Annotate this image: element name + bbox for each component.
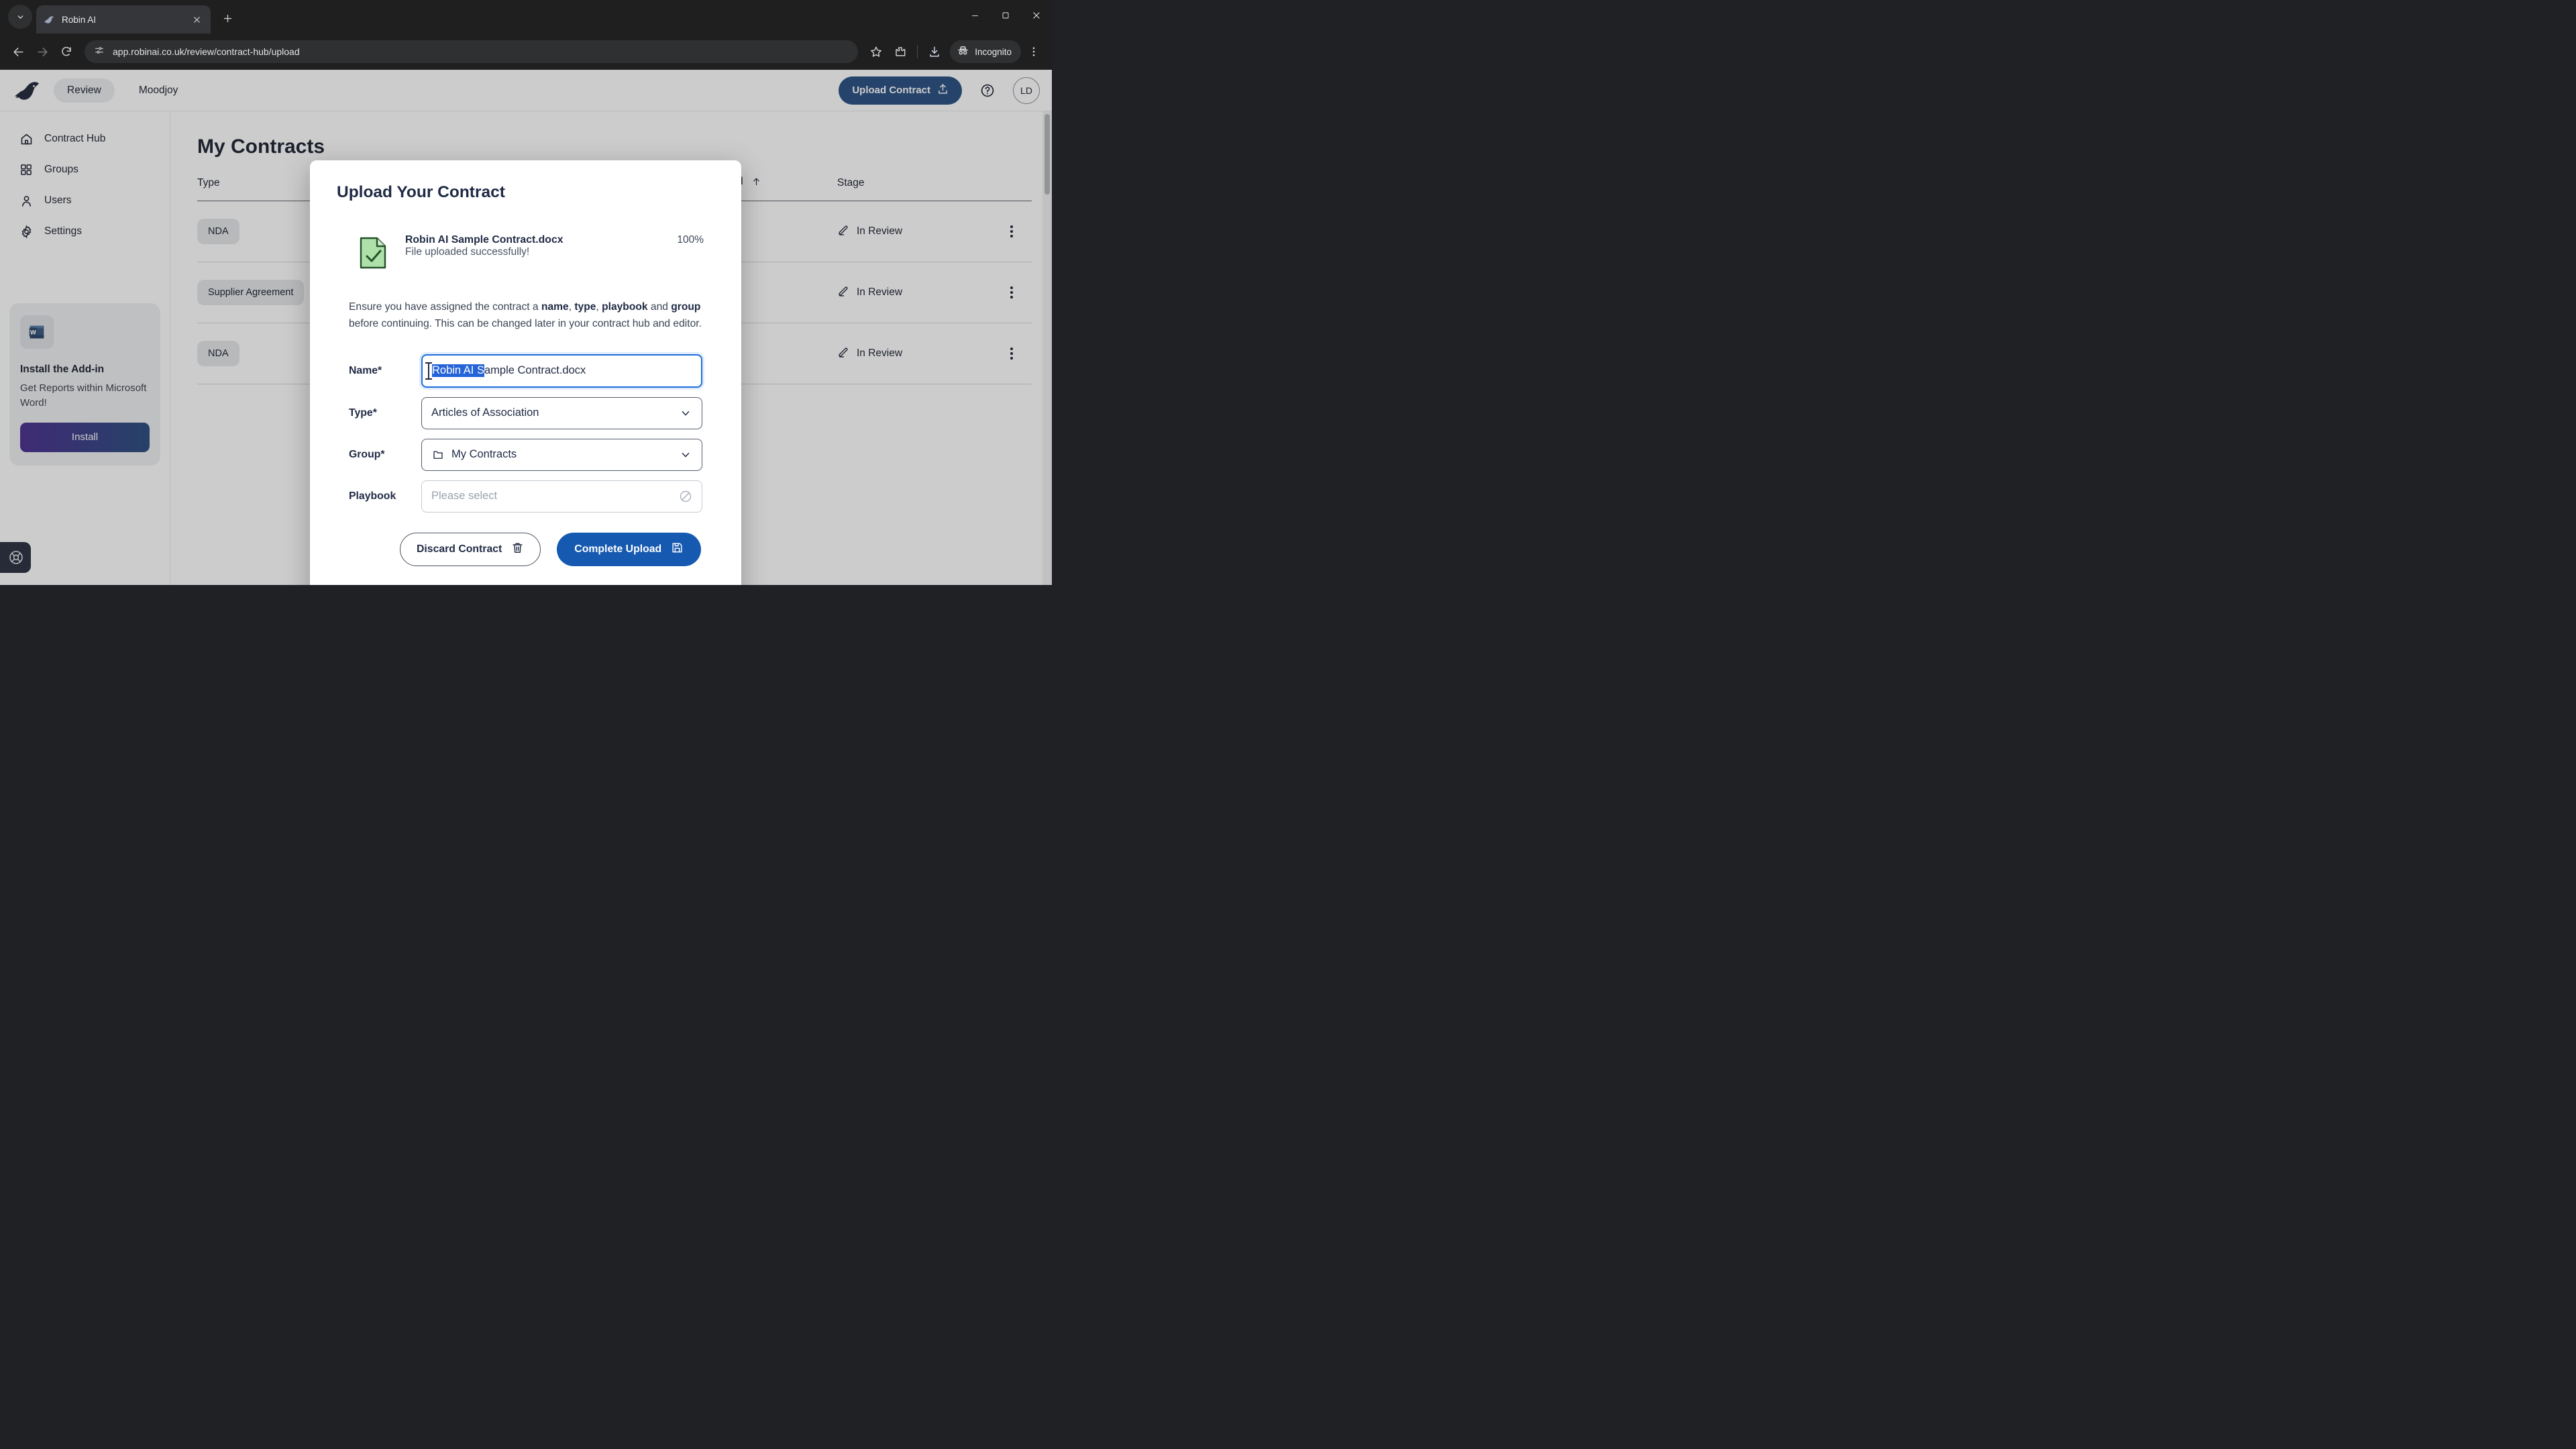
save-icon	[671, 541, 684, 557]
back-icon[interactable]	[7, 40, 30, 63]
page-info-icon[interactable]	[94, 45, 105, 59]
blurb-part-4: and	[647, 301, 672, 313]
download-icon[interactable]	[923, 40, 946, 63]
chevron-down-icon	[679, 448, 692, 462]
toolbar-right-group: Incognito	[865, 40, 1045, 63]
type-select-value: Articles of Association	[431, 407, 539, 419]
name-input[interactable]: Robin AI Sample Contract.docx	[421, 354, 702, 388]
browser-toolbar: app.robinai.co.uk/review/contract-hub/up…	[0, 34, 1052, 70]
type-select[interactable]: Articles of Association	[421, 396, 702, 429]
playbook-label: Playbook	[349, 490, 396, 502]
discard-contract-button[interactable]: Discard Contract	[400, 532, 541, 566]
blurb-bold-name: name	[541, 301, 569, 313]
file-check-icon	[358, 235, 388, 270]
field-row-playbook: Playbook Please select	[349, 480, 702, 513]
blurb-part-5: before continuing. This can be changed l…	[349, 318, 702, 330]
playbook-placeholder: Please select	[431, 490, 498, 502]
complete-upload-button[interactable]: Complete Upload	[557, 532, 702, 566]
field-row-name: Name* Robin AI Sample Contract.docx	[349, 354, 702, 388]
window-close-button[interactable]	[1021, 0, 1052, 31]
browser-tab[interactable]: Robin AI	[36, 5, 211, 34]
folder-icon	[431, 448, 445, 462]
window-minimize-button[interactable]	[959, 0, 990, 31]
toolbar-divider	[917, 45, 918, 58]
blurb-bold-group: group	[671, 301, 701, 313]
reload-icon[interactable]	[55, 40, 78, 63]
three-dot-menu-icon[interactable]	[1022, 40, 1045, 63]
discard-contract-label: Discard Contract	[417, 543, 502, 555]
star-icon[interactable]	[865, 40, 888, 63]
field-row-type: Type* Articles of Association	[349, 396, 702, 429]
address-bar-url: app.robinai.co.uk/review/contract-hub/up…	[113, 46, 300, 57]
name-label: Name*	[349, 364, 382, 376]
text-cursor-icon	[425, 362, 432, 380]
upload-percent: 100%	[677, 234, 704, 246]
chevron-down-icon	[679, 407, 692, 420]
trash-icon	[511, 541, 524, 557]
forward-icon[interactable]	[31, 40, 54, 63]
upload-status-text: File uploaded successfully!	[405, 246, 530, 258]
field-row-group: Group* My Contracts	[349, 438, 702, 471]
blurb-bold-type: type	[574, 301, 596, 313]
upload-contract-modal: Upload Your Contract Robin AI Sample Con…	[310, 160, 741, 585]
uploaded-file-name: Robin AI Sample Contract.docx	[405, 234, 564, 246]
blurb-part-1: Ensure you have assigned the contract a	[349, 301, 541, 313]
modal-title: Upload Your Contract	[337, 183, 505, 201]
blurb-part-3: ,	[596, 301, 602, 313]
incognito-label: Incognito	[975, 46, 1012, 57]
name-input-selected-text: Robin AI S	[432, 364, 484, 377]
upload-form: Name* Robin AI Sample Contract.docx Type…	[349, 354, 702, 513]
tab-title: Robin AI	[62, 14, 97, 25]
uploaded-file-row: Robin AI Sample Contract.docx 100% File …	[337, 234, 714, 270]
window-controls	[959, 0, 1052, 31]
address-bar[interactable]: app.robinai.co.uk/review/contract-hub/up…	[85, 40, 859, 63]
group-label: Group*	[349, 448, 385, 460]
no-entry-icon	[679, 490, 692, 503]
robin-bird-icon	[43, 13, 55, 25]
type-label: Type*	[349, 407, 377, 419]
extensions-icon[interactable]	[889, 40, 912, 63]
incognito-icon	[957, 44, 969, 59]
page-viewport: Review Moodjoy Upload Contract LD Contra…	[0, 70, 1052, 585]
tab-strip: Robin AI	[0, 0, 1052, 34]
name-input-rest-text: ample Contract.docx	[484, 364, 586, 376]
playbook-select[interactable]: Please select	[421, 480, 702, 513]
modal-actions: Discard Contract Complete Upload	[400, 532, 702, 566]
incognito-indicator[interactable]: Incognito	[950, 40, 1021, 63]
group-select[interactable]: My Contracts	[421, 438, 702, 471]
new-tab-button[interactable]	[217, 8, 237, 28]
browser-window: Robin AI app.robinai.co.uk/review/contra…	[0, 0, 1052, 585]
blurb-bold-playbook: playbook	[602, 301, 648, 313]
window-maximize-button[interactable]	[990, 0, 1021, 31]
complete-upload-label: Complete Upload	[574, 543, 662, 555]
modal-instructions: Ensure you have assigned the contract a …	[349, 299, 702, 333]
group-select-value: My Contracts	[451, 448, 517, 460]
tab-search-icon[interactable]	[8, 5, 32, 29]
tab-close-icon[interactable]	[189, 12, 204, 27]
